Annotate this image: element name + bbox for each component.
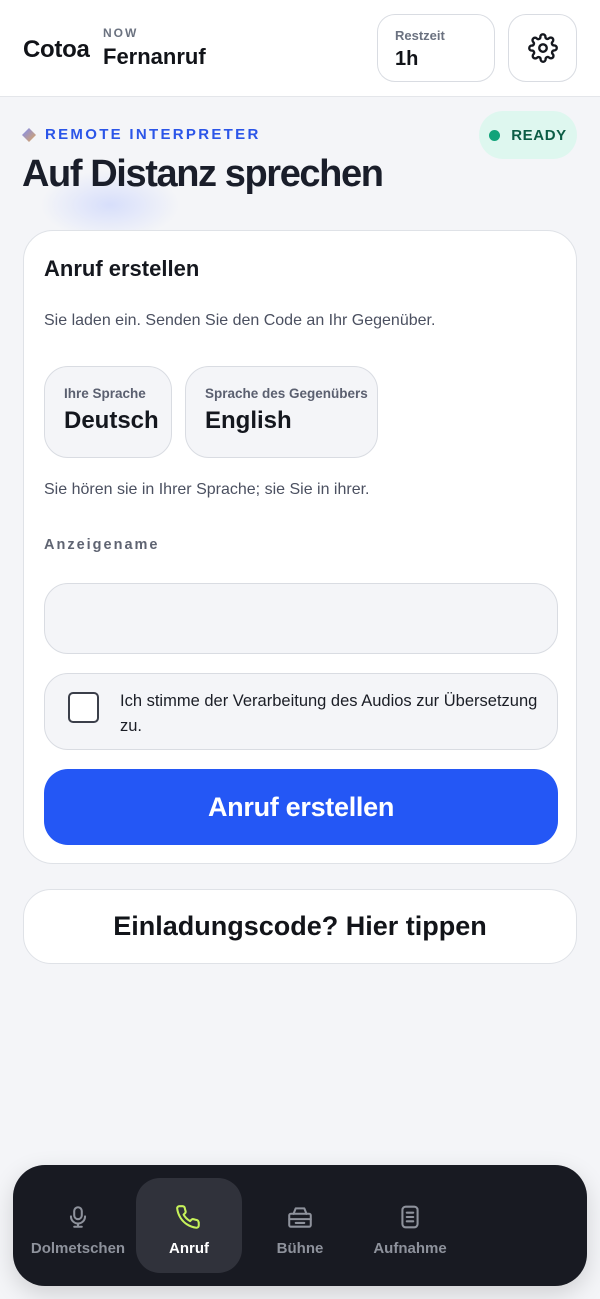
status-badge: READY <box>479 111 577 159</box>
consent-text: Ich stimme der Verarbeitung des Audios z… <box>120 692 538 735</box>
section-eyebrow: REMOTE INTERPRETER <box>21 126 261 143</box>
nav-item-aufnahme[interactable]: Aufnahme <box>360 1178 460 1273</box>
nav-label: Anruf <box>169 1240 209 1257</box>
bottom-navigation: Dolmetschen Anruf Bühne Aufnahme <box>13 1165 587 1286</box>
eyebrow-text: REMOTE INTERPRETER <box>45 126 261 143</box>
app-header: Cotoa NOW Fernanruf Restzeit 1h <box>0 0 600 97</box>
remaining-time-badge: Restzeit 1h <box>377 14 495 82</box>
status-dot <box>489 129 501 141</box>
document-icon <box>396 1203 424 1231</box>
card-title: Anruf erstellen <box>44 256 200 281</box>
gear-icon <box>527 33 558 63</box>
create-call-button[interactable]: Anruf erstellen <box>44 769 558 845</box>
card-description: Sie laden ein. Senden Sie den Code an Ih… <box>44 312 436 329</box>
invite-code-button[interactable]: Einladungscode? Hier tippen <box>23 889 577 964</box>
brand-logo: Cotoa <box>23 36 90 63</box>
stage-icon <box>286 1203 314 1231</box>
status-text: READY <box>511 126 567 144</box>
my-language-label: Ihre Sprache <box>64 386 146 401</box>
partner-language-value: English <box>205 407 292 434</box>
nav-item-anruf[interactable]: Anruf <box>136 1178 242 1273</box>
partner-language-selector[interactable]: Sprache des Gegenübers English <box>185 366 378 458</box>
consent-checkbox[interactable] <box>68 692 99 723</box>
current-mode: NOW Fernanruf <box>103 26 206 70</box>
phone-icon <box>175 1203 203 1231</box>
nav-label: Dolmetschen <box>30 1240 126 1257</box>
now-label: NOW <box>103 26 139 40</box>
microphone-icon <box>64 1203 92 1231</box>
remaining-time-value: 1h <box>395 48 419 70</box>
consent-row[interactable]: Ich stimme der Verarbeitung des Audios z… <box>44 673 558 750</box>
diamond-icon <box>22 127 36 142</box>
my-language-selector[interactable]: Ihre Sprache Deutsch <box>44 366 172 458</box>
nav-item-dolmetschen[interactable]: Dolmetschen <box>24 1178 132 1273</box>
create-call-card: Anruf erstellen Sie laden ein. Senden Si… <box>23 230 577 864</box>
now-value: Fernanruf <box>103 44 206 69</box>
nav-label: Bühne <box>276 1240 324 1257</box>
display-name-input[interactable] <box>44 583 558 654</box>
nav-item-buehne[interactable]: Bühne <box>250 1178 350 1273</box>
display-name-label: Anzeigename <box>44 537 160 553</box>
language-note: Sie hören sie in Ihrer Sprache; sie Sie … <box>44 481 370 498</box>
settings-button[interactable] <box>508 14 577 82</box>
page-title: Auf Distanz sprechen <box>22 153 384 195</box>
nav-label: Aufnahme <box>373 1240 447 1257</box>
partner-language-label: Sprache des Gegenübers <box>205 386 368 401</box>
my-language-value: Deutsch <box>64 407 159 434</box>
remaining-time-label: Restzeit <box>395 28 445 43</box>
